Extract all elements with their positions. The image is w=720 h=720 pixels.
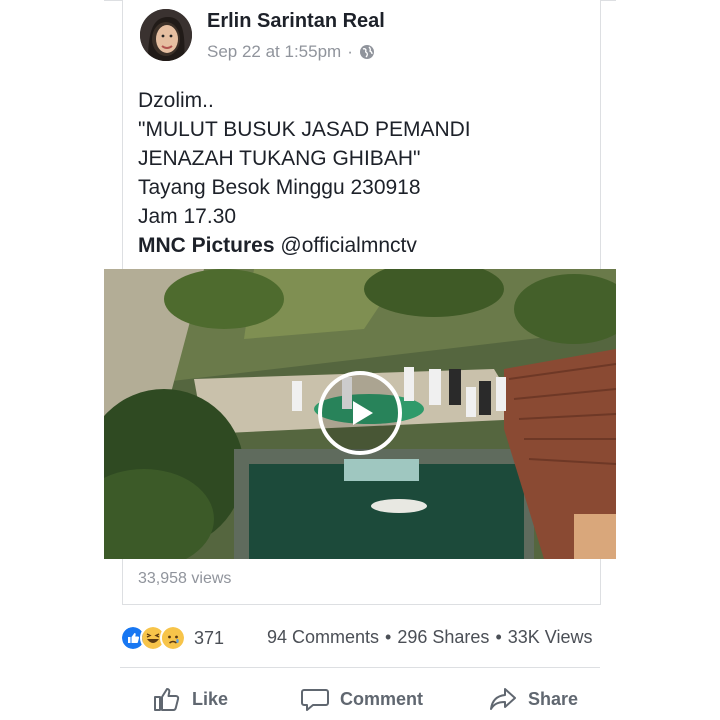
comment-label: Comment [340, 688, 424, 709]
reaction-count: 371 [194, 627, 225, 648]
comment-button[interactable]: Comment [300, 684, 423, 714]
post-line: Dzolim.. [138, 89, 214, 112]
views-count: 33K Views [507, 627, 593, 647]
post-time[interactable]: Sep 22 at 1:55pm [207, 42, 341, 62]
mention-page-link[interactable]: MNC Pictures [138, 234, 275, 257]
post-body: Dzolim.. "MULUT BUSUK JASAD PEMANDI JENA… [138, 86, 598, 260]
comment-icon [301, 689, 329, 711]
post-line: JENAZAH TUKANG GHIBAH" [138, 147, 421, 170]
video-view-count: 33,958 views [138, 570, 232, 587]
share-button[interactable]: Share [488, 684, 578, 714]
avatar[interactable] [140, 9, 192, 61]
post-line-mention: MNC Pictures @officialmnctv [138, 231, 598, 260]
share-label: Share [528, 688, 579, 709]
mention-handle[interactable]: @officialmnctv [280, 234, 416, 257]
play-button[interactable] [318, 371, 402, 455]
share-icon [490, 688, 516, 710]
like-button[interactable]: Like [152, 684, 228, 714]
avatar-image [140, 9, 192, 61]
shares-count-link[interactable]: 296 Shares [397, 627, 489, 647]
thumbs-up-icon [154, 688, 180, 711]
actions-divider [120, 667, 600, 668]
post-line: Tayang Besok Minggu 230918 [138, 176, 421, 199]
post-line: Jam 17.30 [138, 205, 237, 228]
author-name[interactable]: Erlin Sarintan Real [207, 10, 385, 33]
like-label: Like [192, 688, 229, 709]
comments-count-link[interactable]: 94 Comments [267, 627, 379, 647]
stats-separator: • [385, 627, 392, 647]
play-icon [353, 401, 373, 425]
reaction-summary[interactable]: 371 [120, 625, 224, 651]
post-meta: Sep 22 at 1:55pm · [207, 42, 375, 62]
globe-icon [359, 44, 375, 60]
sad-reaction-icon [160, 625, 186, 651]
action-bar: Like Comment Share [120, 684, 600, 718]
engagement-stats: 94 Comments • 296 Shares • 33K Views [267, 627, 592, 648]
post-line: "MULUT BUSUK JASAD PEMANDI [138, 118, 471, 141]
stats-separator: • [495, 627, 502, 647]
meta-separator: · [347, 42, 353, 61]
